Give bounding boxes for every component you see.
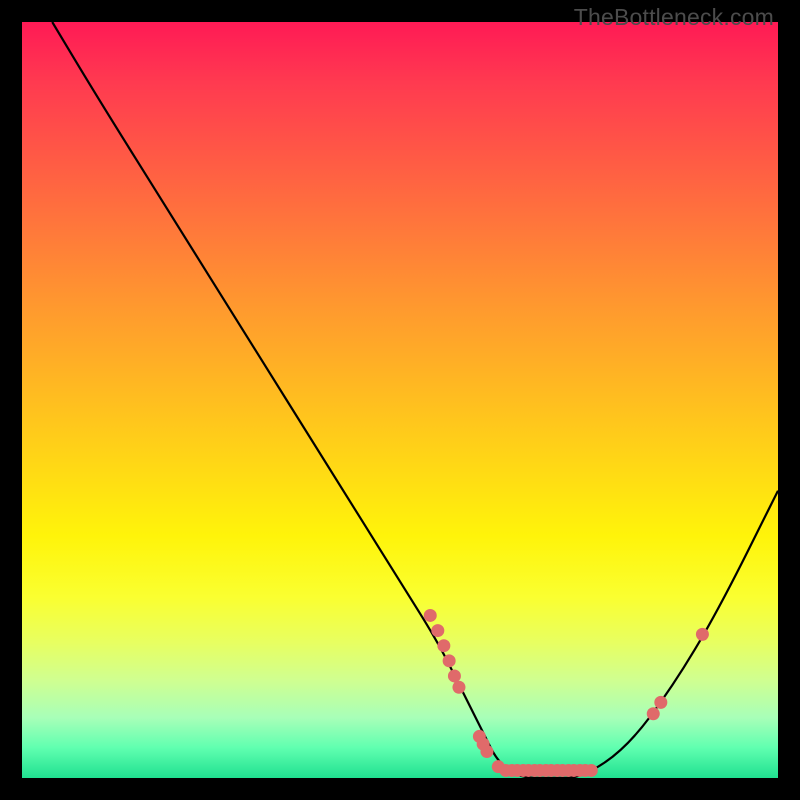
chart-svg: [22, 22, 778, 778]
scatter-point: [448, 669, 461, 682]
scatter-point: [654, 696, 667, 709]
curve-line: [52, 22, 778, 778]
scatter-point: [437, 639, 450, 652]
scatter-point: [696, 628, 709, 641]
scatter-point: [452, 681, 465, 694]
curve-path: [52, 22, 778, 778]
chart-frame: [22, 22, 778, 778]
scatter-point: [480, 745, 493, 758]
scatter-point: [443, 654, 456, 667]
plot-area: [22, 22, 778, 778]
scatter-point: [431, 624, 444, 637]
scatter-point: [647, 707, 660, 720]
watermark-text: TheBottleneck.com: [574, 4, 774, 31]
scatter-point: [424, 609, 437, 622]
scatter-point: [585, 764, 598, 777]
